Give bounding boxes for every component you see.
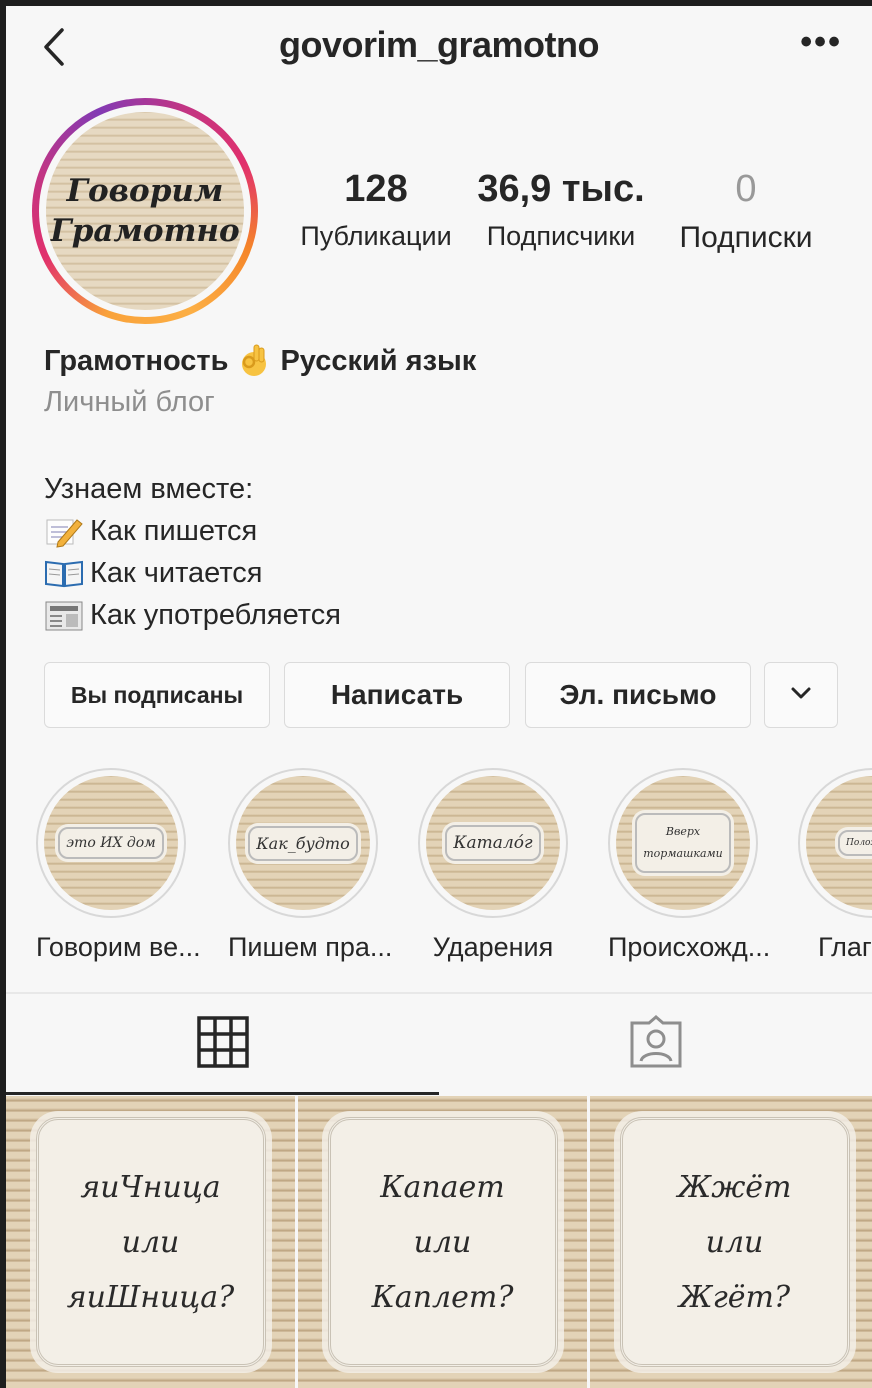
bio-intro: Узнаем вместе: bbox=[44, 473, 254, 505]
stat-posts[interactable]: 128 Публикации bbox=[288, 168, 464, 252]
avatar-line-1: Говорим bbox=[66, 173, 224, 209]
posts-count: 128 bbox=[344, 168, 408, 210]
posts-label: Публикации bbox=[300, 221, 452, 251]
followers-label: Подписчики bbox=[486, 221, 636, 251]
highlight-4[interactable]: Вверх тормашками Происхожд... bbox=[608, 768, 771, 963]
post-2[interactable]: Капает или Каплет? bbox=[298, 1096, 587, 1388]
tab-grid[interactable] bbox=[6, 994, 439, 1094]
bio-line-1: Как пишется bbox=[44, 510, 341, 552]
message-button[interactable]: Написать bbox=[284, 662, 510, 728]
tagged-user-icon bbox=[627, 1014, 685, 1074]
post-3-line-3: Жгёт? bbox=[678, 1279, 791, 1315]
bio-line-1-text: Как пишется bbox=[90, 515, 258, 547]
highlight-4-label: Происхожд... bbox=[608, 932, 771, 962]
post-1-line-1: яиЧница bbox=[80, 1169, 221, 1205]
highlight-1-label: Говорим ве... bbox=[36, 932, 201, 962]
suggestions-dropdown-button[interactable] bbox=[764, 662, 838, 728]
highlight-2-label: Пишем пра... bbox=[228, 932, 393, 962]
highlight-5-cover: Положить bbox=[838, 830, 872, 856]
active-tab-indicator bbox=[6, 1092, 439, 1095]
highlight-5[interactable]: Положить Глаг bbox=[798, 768, 872, 963]
post-3-line-1: Жжёт bbox=[677, 1169, 792, 1205]
avatar-line-2: Грамотно bbox=[50, 213, 240, 249]
highlight-3-cover: Каталóг bbox=[445, 825, 541, 861]
highlight-3-label: Ударения bbox=[432, 932, 554, 962]
following-label: Подписки bbox=[679, 221, 813, 254]
chevron-down-icon bbox=[790, 686, 812, 705]
bio-name-part-2: Русский язык bbox=[280, 345, 477, 377]
post-3[interactable]: Жжёт или Жгёт? bbox=[590, 1096, 872, 1388]
following-button[interactable]: Вы подписаны bbox=[44, 662, 270, 728]
bio-line-2: Как читается bbox=[44, 552, 341, 594]
post-2-line-3: Каплет? bbox=[371, 1279, 514, 1315]
profile-username: govorim_gramotno bbox=[278, 24, 600, 65]
bio-line-3: Как употребляется bbox=[44, 594, 341, 636]
post-3-line-2: или bbox=[705, 1224, 764, 1260]
memo-icon bbox=[44, 514, 84, 548]
highlight-1[interactable]: это ИХ дом Говорим ве... bbox=[36, 768, 201, 963]
highlight-5-label: Глаг bbox=[818, 932, 872, 962]
grid-icon bbox=[196, 1015, 250, 1074]
bio-line-2-text: Как читается bbox=[90, 557, 263, 589]
tab-tagged[interactable] bbox=[439, 994, 872, 1094]
avatar: Говорим Грамотно bbox=[46, 112, 244, 310]
highlight-1-cover: это ИХ дом bbox=[58, 827, 164, 859]
post-1[interactable]: яиЧница или яиШница? bbox=[6, 1096, 295, 1388]
email-button-label: Эл. письмо bbox=[559, 679, 717, 710]
story-ring[interactable]: Говорим Грамотно bbox=[32, 98, 258, 324]
highlight-2[interactable]: Как_будто Пишем пра... bbox=[228, 768, 393, 963]
highlight-2-cover: Как_будто bbox=[248, 825, 358, 861]
highlight-4-cover: Вверх тормашками bbox=[635, 813, 731, 873]
following-count: 0 bbox=[735, 168, 757, 210]
post-1-line-3: яиШница? bbox=[66, 1279, 235, 1315]
stat-followers[interactable]: 36,9 тыс. Подписчики bbox=[472, 168, 650, 252]
post-1-line-2: или bbox=[121, 1224, 180, 1260]
bio-display-name: Грамотность Русский язык bbox=[44, 342, 476, 378]
bio-category: Личный блог bbox=[44, 386, 215, 418]
followers-count: 36,9 тыс. bbox=[477, 168, 645, 210]
following-button-label: Вы подписаны bbox=[70, 681, 244, 708]
bio-text: Узнаем вместе: Как пишется Как читается … bbox=[44, 468, 341, 636]
bio-line-3-text: Как употребляется bbox=[90, 599, 341, 631]
highlight-3[interactable]: Каталóг Ударения bbox=[418, 768, 568, 963]
ok-hand-icon bbox=[236, 342, 272, 378]
message-button-label: Написать bbox=[330, 679, 464, 710]
bio-name-part-1: Грамотность bbox=[44, 345, 229, 377]
post-2-line-1: Капает bbox=[380, 1169, 505, 1205]
more-options-icon[interactable]: ••• bbox=[800, 25, 842, 59]
profile-screen: govorim_gramotno ••• Говорим Грамотно 12… bbox=[6, 6, 872, 1388]
email-button[interactable]: Эл. письмо bbox=[525, 662, 751, 728]
newspaper-icon bbox=[44, 598, 84, 632]
stat-following[interactable]: 0 Подписки bbox=[660, 168, 832, 255]
post-2-line-2: или bbox=[413, 1224, 472, 1260]
open-book-icon bbox=[44, 556, 84, 590]
